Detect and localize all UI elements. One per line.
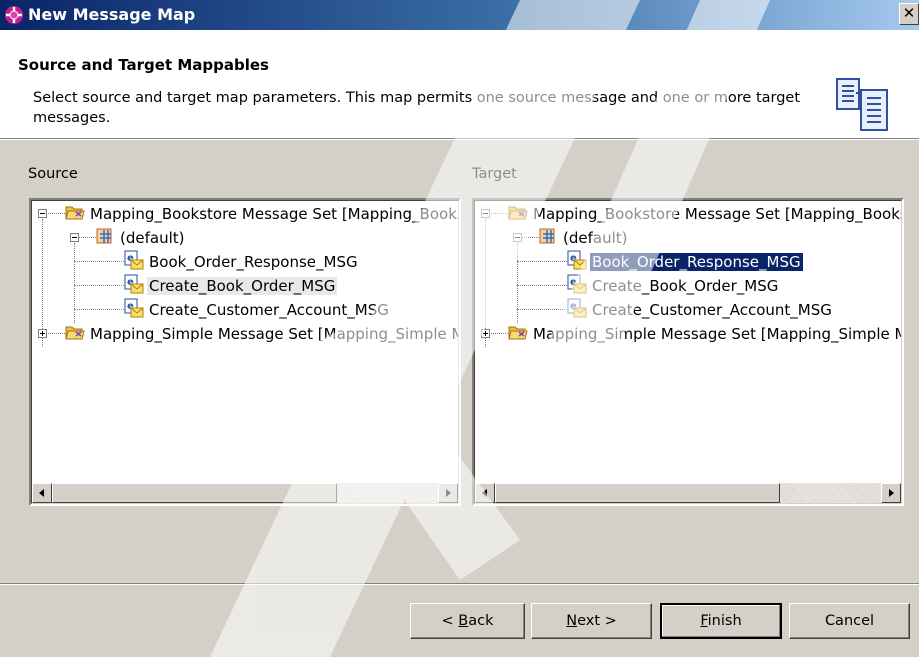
arrow-right-icon: [889, 489, 894, 497]
arrow-left-icon: [39, 489, 44, 497]
finish-button[interactable]: Finish: [660, 603, 782, 639]
tree-item-message[interactable]: e Create_Book_Order_MSG: [567, 273, 780, 297]
target-tree[interactable]: Mapping_Bookstore Message Set [Mapping_B…: [472, 198, 904, 506]
tree-item-message-set[interactable]: Mapping_Simple Message Set [Mapping_Simp…: [508, 321, 901, 345]
scroll-left-button[interactable]: [475, 483, 495, 503]
tree-item-message[interactable]: e Book_Order_Response_MSG: [567, 249, 804, 273]
folder-icon: [508, 206, 528, 219]
tree-item-message[interactable]: e Book_Order_Response_MSG: [124, 249, 360, 273]
wizard-header: Source and Target Mappables Select sourc…: [0, 30, 919, 139]
close-button[interactable]: ✕: [899, 3, 919, 25]
scroll-left-button[interactable]: [32, 483, 52, 503]
message-icon: e: [124, 298, 144, 317]
message-icon: e: [567, 250, 587, 269]
source-label: Source: [28, 166, 78, 182]
collapse-toggle[interactable]: [513, 233, 522, 242]
source-tree[interactable]: Mapping_Bookstore Message Set [Mapping_B…: [29, 198, 461, 506]
cancel-button[interactable]: Cancel: [789, 603, 910, 639]
message-icon: e: [567, 274, 587, 293]
close-icon: ✕: [902, 4, 916, 22]
next-button[interactable]: Next >: [531, 603, 652, 639]
expand-toggle[interactable]: [481, 329, 490, 338]
tree-item-message[interactable]: e Create_Customer_Account_MSG: [124, 297, 391, 321]
page-title: Source and Target Mappables: [18, 56, 269, 74]
collapse-toggle[interactable]: [38, 209, 47, 218]
folder-icon: [65, 326, 85, 339]
horizontal-scrollbar[interactable]: [32, 483, 458, 503]
target-label: Target: [472, 166, 517, 182]
tree-item-message[interactable]: e Create_Customer_Account_MSG: [567, 297, 834, 321]
message-icon: e: [124, 250, 144, 269]
package-icon: [539, 228, 555, 243]
scroll-right-button[interactable]: [881, 483, 901, 503]
tree-item-message-set[interactable]: Mapping_Simple Message Set [Mapping_Simp…: [65, 321, 458, 345]
message-icon: e: [124, 274, 144, 293]
scrollbar-thumb[interactable]: [495, 483, 780, 503]
collapse-toggle[interactable]: [70, 233, 79, 242]
tree-item-message-set[interactable]: Mapping_Bookstore Message Set [Mapping_B…: [508, 201, 901, 225]
message-icon: e: [567, 298, 587, 317]
message-map-icon: [5, 6, 23, 24]
document-icon: [836, 78, 888, 131]
tree-item-message-set[interactable]: Mapping_Bookstore Message Set [Mapping_B…: [65, 201, 458, 225]
dialog-window: New Message Map ✕ Source and Target Mapp…: [0, 0, 919, 657]
title-bar: New Message Map ✕: [0, 0, 919, 30]
window-title: New Message Map: [28, 5, 196, 24]
header-divider: [0, 139, 919, 140]
folder-icon: [508, 326, 528, 339]
tree-item-default[interactable]: (default): [95, 225, 186, 249]
scroll-right-button[interactable]: [438, 483, 458, 503]
collapse-toggle[interactable]: [481, 209, 490, 218]
arrow-right-icon: [446, 489, 451, 497]
scrollbar-thumb[interactable]: [52, 483, 337, 503]
arrow-left-icon: [482, 489, 487, 497]
tree-item-message[interactable]: e Create_Book_Order_MSG: [124, 273, 338, 297]
page-description: Select source and target map parameters.…: [33, 90, 801, 126]
package-icon: [96, 228, 112, 243]
expand-toggle[interactable]: [38, 329, 47, 338]
horizontal-scrollbar[interactable]: [475, 483, 901, 503]
folder-icon: [65, 206, 85, 219]
tree-item-default[interactable]: (default): [538, 225, 629, 249]
back-button[interactable]: < Back: [410, 603, 525, 639]
